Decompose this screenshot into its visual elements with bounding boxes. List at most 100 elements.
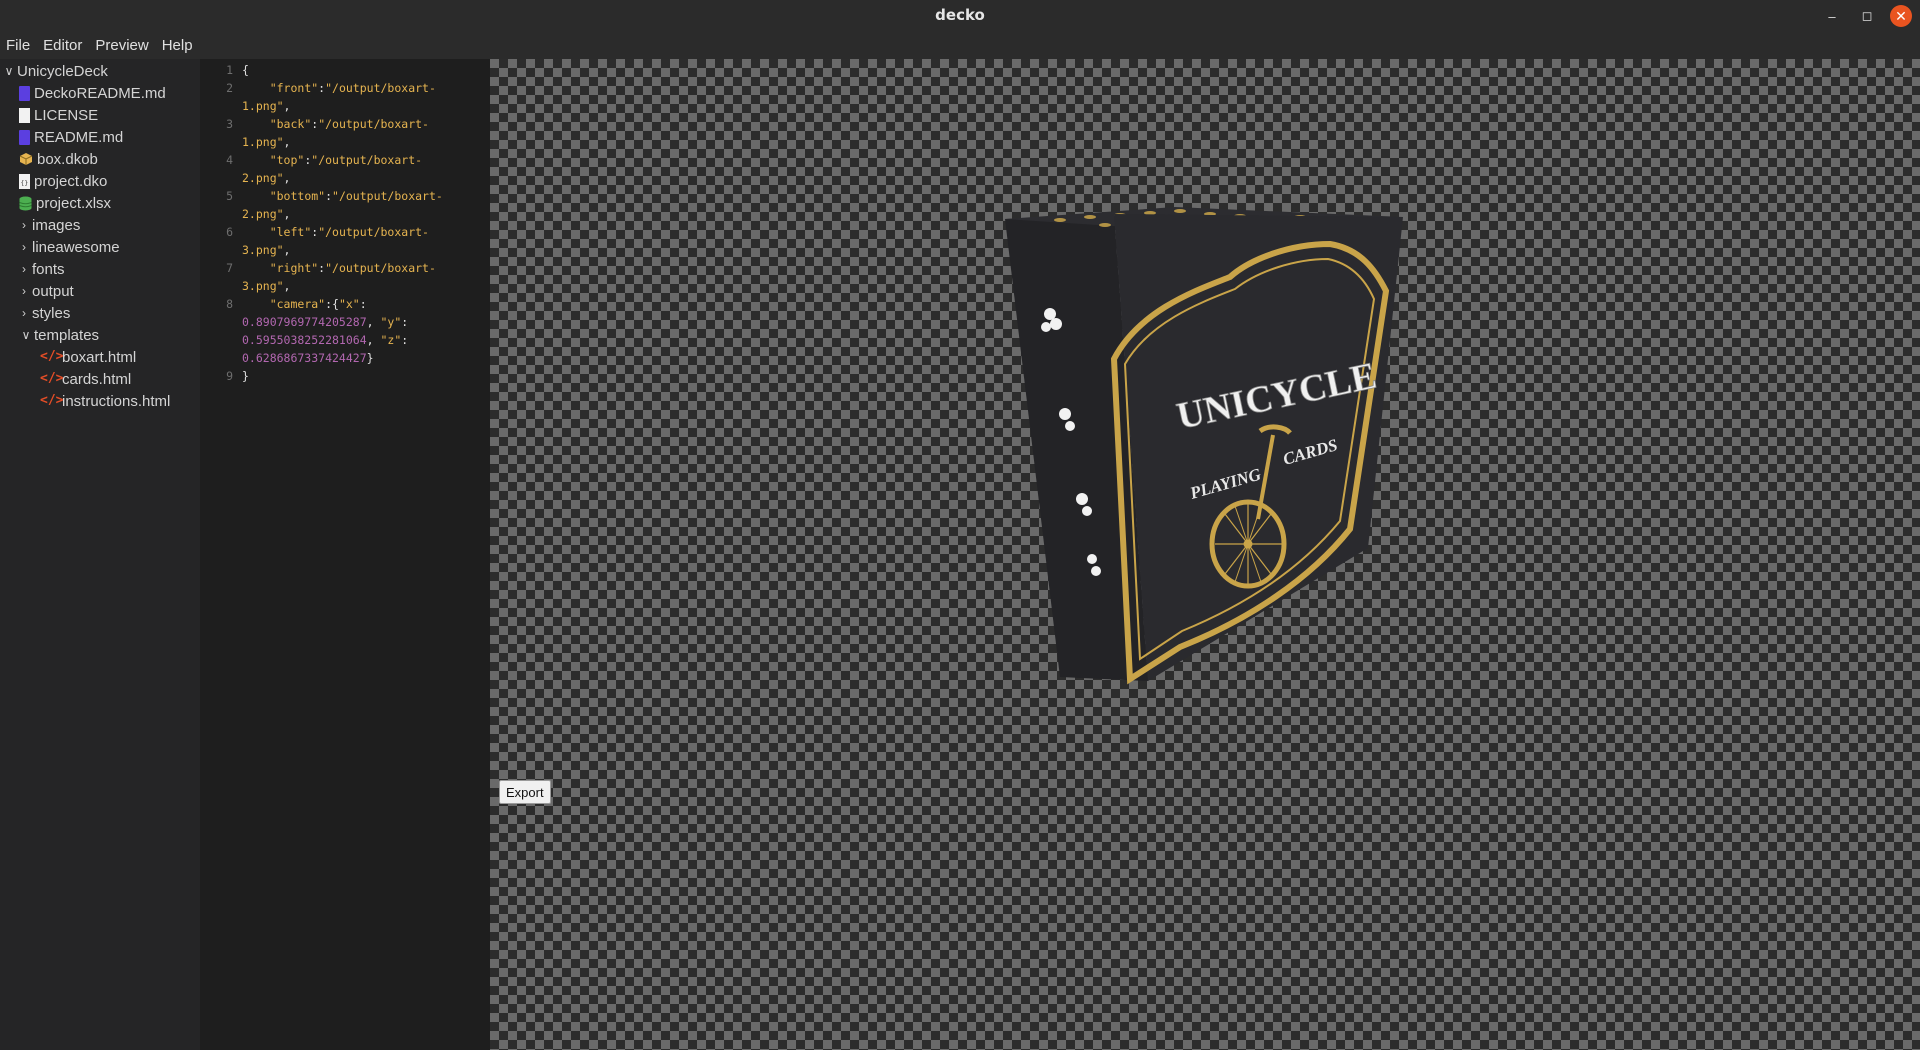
text-file-icon bbox=[19, 107, 30, 123]
tree-item-cards-html[interactable]: </> cards.html bbox=[40, 368, 131, 390]
json-key: "back" bbox=[269, 117, 312, 131]
menu-editor[interactable]: Editor bbox=[37, 37, 89, 54]
maximize-button[interactable]: ◻ bbox=[1856, 5, 1878, 27]
window-title: decko bbox=[935, 6, 985, 24]
tree-folder-styles[interactable]: › styles bbox=[17, 302, 70, 324]
spreadsheet-file-icon bbox=[19, 196, 32, 211]
json-value: "/output/boxart- bbox=[325, 81, 436, 95]
tree-item-label: styles bbox=[32, 304, 71, 322]
json-value-wrap: 3.png" bbox=[242, 279, 284, 293]
camera-z-value: 0.6286867337424427 bbox=[242, 351, 367, 365]
open-brace: { bbox=[242, 63, 249, 77]
line-number: 1 bbox=[226, 63, 233, 77]
tree-item-project-dko[interactable]: {} project.dko bbox=[19, 170, 107, 192]
html-code-icon: </> bbox=[40, 349, 64, 364]
package-box-icon bbox=[19, 152, 33, 166]
tree-item-label: templates bbox=[34, 326, 100, 344]
html-code-icon: </> bbox=[40, 371, 64, 386]
tree-item-label: UnicycleDeck bbox=[17, 62, 108, 80]
camera-y-value: 0.5955038252281064 bbox=[242, 333, 367, 347]
json-value-wrap: 3.png" bbox=[242, 243, 284, 257]
tree-item-label: boxart.html bbox=[62, 348, 137, 366]
markdown-file-icon bbox=[19, 129, 30, 145]
menu-file[interactable]: File bbox=[0, 37, 37, 54]
json-key: "top" bbox=[269, 153, 305, 167]
tree-item-label: cards.html bbox=[62, 370, 132, 388]
tree-folder-lineawesome[interactable]: › lineawesome bbox=[17, 236, 120, 258]
line-number: 8 bbox=[226, 297, 233, 311]
line-number: 5 bbox=[226, 189, 233, 203]
tree-item-label: fonts bbox=[32, 260, 65, 278]
json-key: "left" bbox=[269, 225, 312, 239]
tree-item-label: DeckoREADME.md bbox=[34, 84, 166, 102]
line-number: 2 bbox=[226, 81, 233, 95]
json-value: "/output/boxart- bbox=[318, 117, 429, 131]
tree-item-label: output bbox=[32, 282, 74, 300]
export-button[interactable]: Export bbox=[499, 780, 551, 804]
tree-item-label: project.xlsx bbox=[36, 194, 112, 212]
tree-folder-output[interactable]: › output bbox=[17, 280, 74, 302]
card-box-3d-model[interactable]: UNICYCLE PLAYING CARDS bbox=[490, 59, 1920, 1050]
tree-item-label: images bbox=[32, 216, 81, 234]
tree-folder-templates[interactable]: ∨ templates bbox=[19, 324, 99, 346]
json-value-wrap: 1.png" bbox=[242, 135, 284, 149]
json-key: "z" bbox=[380, 333, 402, 347]
minimize-button[interactable]: – bbox=[1821, 5, 1843, 27]
code-editor[interactable]: 1 { 2 "front":"/output/boxart- 1.png", 3… bbox=[200, 59, 490, 1050]
markdown-file-icon bbox=[19, 85, 30, 101]
json-key: "x" bbox=[338, 297, 360, 311]
tree-item-box-dkob[interactable]: box.dkob bbox=[19, 148, 98, 170]
chevron-down-icon: ∨ bbox=[4, 64, 14, 78]
close-button[interactable]: ✕ bbox=[1890, 5, 1912, 27]
chevron-right-icon: › bbox=[22, 240, 26, 254]
json-value: "/output/boxart- bbox=[311, 153, 423, 167]
chevron-right-icon: › bbox=[22, 284, 26, 298]
tree-item-label: LICENSE bbox=[34, 106, 99, 124]
tree-item-readme[interactable]: README.md bbox=[19, 126, 123, 148]
tree-item-deckoreadme[interactable]: DeckoREADME.md bbox=[19, 82, 166, 104]
tree-item-project-xlsx[interactable]: project.xlsx bbox=[19, 192, 111, 214]
json-value: "/output/boxart- bbox=[332, 189, 443, 203]
html-code-icon: </> bbox=[40, 393, 64, 408]
menu-preview[interactable]: Preview bbox=[89, 37, 155, 54]
json-key: "y" bbox=[380, 315, 402, 329]
json-value: "/output/boxart- bbox=[318, 225, 429, 239]
json-value: "/output/boxart- bbox=[325, 261, 436, 275]
line-number: 9 bbox=[226, 369, 233, 383]
line-number: 3 bbox=[226, 117, 233, 131]
tree-item-boxart-html[interactable]: </> boxart.html bbox=[40, 346, 136, 368]
json-value-wrap: 2.png" bbox=[242, 207, 284, 221]
tree-folder-images[interactable]: › images bbox=[17, 214, 80, 236]
tree-item-label: box.dkob bbox=[37, 150, 98, 168]
tree-root-unicycledeck[interactable]: ∨ UnicycleDeck bbox=[2, 60, 108, 82]
tree-item-label: instructions.html bbox=[62, 392, 171, 410]
json-key: "camera" bbox=[269, 297, 326, 311]
line-number: 4 bbox=[226, 153, 233, 167]
chevron-right-icon: › bbox=[22, 262, 26, 276]
tree-item-label: lineawesome bbox=[32, 238, 120, 256]
camera-x-value: 0.8907969774205287 bbox=[242, 315, 367, 329]
file-tree: ∨ UnicycleDeck DeckoREADME.md LICENSE RE… bbox=[0, 59, 200, 1050]
svg-text:{}: {} bbox=[21, 180, 29, 187]
chevron-right-icon: › bbox=[22, 218, 26, 232]
menu-bar: File Editor Preview Help bbox=[0, 31, 1920, 59]
tree-item-label: project.dko bbox=[34, 172, 108, 190]
tree-item-instructions-html[interactable]: </> instructions.html bbox=[40, 390, 170, 412]
json-key: "front" bbox=[269, 81, 319, 95]
chevron-down-icon: ∨ bbox=[21, 328, 31, 342]
decko-project-file-icon: {} bbox=[19, 173, 30, 189]
json-value-wrap: 1.png" bbox=[242, 99, 284, 113]
tree-folder-fonts[interactable]: › fonts bbox=[17, 258, 65, 280]
tree-item-license[interactable]: LICENSE bbox=[19, 104, 98, 126]
json-value-wrap: 2.png" bbox=[242, 171, 284, 185]
title-bar: decko – ◻ ✕ bbox=[0, 0, 1920, 32]
menu-help[interactable]: Help bbox=[156, 37, 200, 54]
json-key: "right" bbox=[269, 261, 319, 275]
line-number: 7 bbox=[226, 261, 233, 275]
tree-item-label: README.md bbox=[34, 128, 124, 146]
line-number: 6 bbox=[226, 225, 233, 239]
close-brace: } bbox=[242, 369, 249, 383]
preview-pane[interactable]: UNICYCLE PLAYING CARDS Export bbox=[490, 59, 1920, 1050]
json-key: "bottom" bbox=[269, 189, 326, 203]
chevron-right-icon: › bbox=[22, 306, 26, 320]
